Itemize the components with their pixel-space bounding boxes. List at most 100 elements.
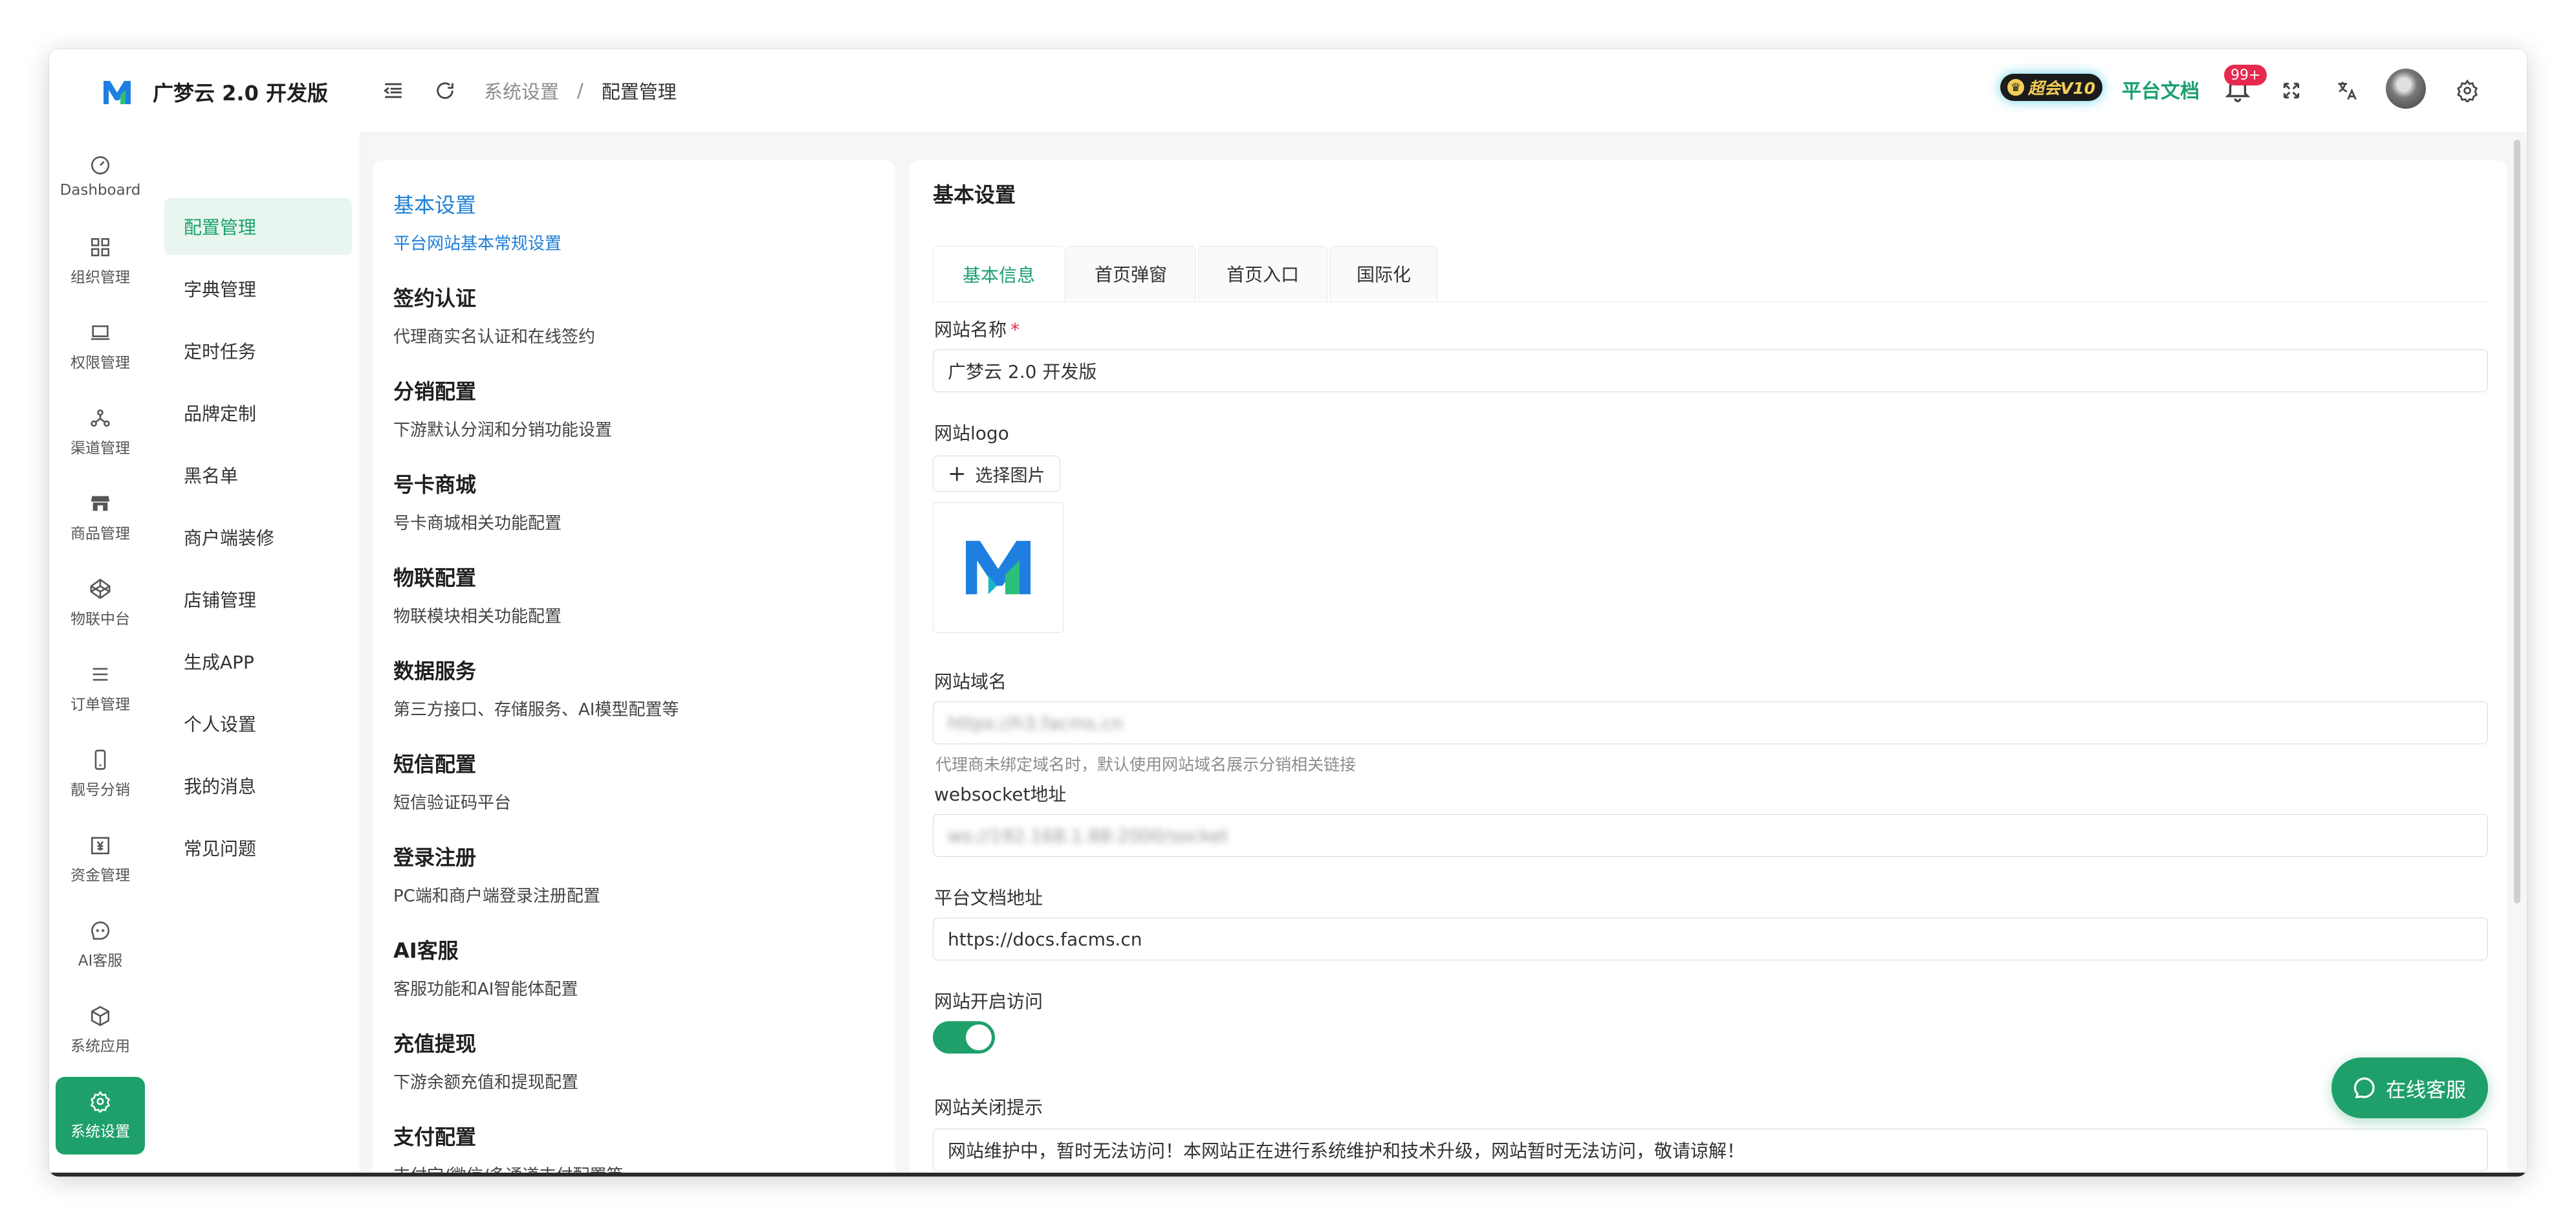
category-title: 短信配置 [393,752,477,777]
category-card-mall[interactable]: 号卡商城 号卡商城相关功能配置 [393,469,562,534]
choose-image-button[interactable]: + 选择图片 [933,456,1060,492]
category-desc: 代理商实名认证和在线签约 [393,327,596,347]
site-logo-preview[interactable] [933,502,1064,633]
nav-item-label: 资金管理 [71,867,130,884]
tab-i18n[interactable]: 国际化 [1330,246,1437,300]
docs-url-input[interactable]: https://docs.facms.cn [933,918,2488,960]
gear-icon[interactable] [2453,76,2482,105]
category-data-service[interactable]: 数据服务 第三方接口、存储服务、AI模型配置等 [393,655,679,720]
category-ai-service[interactable]: AI客服 客服功能和AI智能体配置 [393,934,578,1000]
subnav-item-profile[interactable]: 个人设置 [164,695,352,752]
site-name-label: 网站名称 * [934,316,1020,342]
tab-home-entry[interactable]: 首页入口 [1198,246,1327,300]
category-sms[interactable]: 短信配置 短信验证码平台 [393,748,511,813]
grid-icon [91,238,110,257]
subnav-item-dict[interactable]: 字典管理 [164,260,352,317]
subnav-item-brand[interactable]: 品牌定制 [164,384,352,441]
platform-docs-link[interactable]: 平台文档 [2122,75,2199,104]
open-access-switch[interactable] [933,1021,995,1054]
subnav-item-faq[interactable]: 常见问题 [164,819,352,876]
category-title: 基本设置 [393,193,477,217]
avatar[interactable] [2386,69,2426,109]
nav-item-dashboard[interactable]: Dashboard [56,137,145,215]
brand-logo-icon [104,81,131,104]
websocket-input[interactable]: ws://192.168.1.88:2000/socket [933,814,2488,857]
box-icon [91,1006,110,1026]
subnav-item-messages[interactable]: 我的消息 [164,757,352,814]
subnav-item-config[interactable]: 配置管理 [164,198,352,255]
open-access-label: 网站开启访问 [934,991,1043,1012]
switch-knob [966,1024,992,1050]
category-title: 充值提现 [393,1032,477,1056]
nav-item-label: 系统应用 [71,1038,130,1055]
plus-icon: + [948,461,966,487]
refresh-icon[interactable] [431,76,459,105]
nav-item-iot[interactable]: 物联中台 [56,564,145,642]
nav-item-channels[interactable]: 渠道管理 [56,393,145,471]
breadcrumb: 系统设置 / 配置管理 [484,78,677,104]
nav-item-funds[interactable]: 资金管理 [56,821,145,898]
category-payment[interactable]: 支付配置 支付宝/微信/多通道支付配置等 [393,1121,624,1177]
websocket-value: ws://192.168.1.88:2000/socket [948,824,1228,846]
nav-item-products[interactable]: 商品管理 [56,479,145,557]
category-basic[interactable]: 基本设置 平台网站基本常规设置 [393,189,562,254]
app-window: 广梦云 2.0 开发版 系统设置 / 配置管理 ♛ 超会V10 平台文档 99+ [49,49,2527,1177]
nav-item-ai-service[interactable]: AI客服 [56,906,145,984]
nav-item-label: AI客服 [78,953,123,969]
translate-icon[interactable] [2333,76,2361,105]
site-domain-input[interactable]: https://h3.facms.cn [933,702,2488,744]
category-iot[interactable]: 物联配置 物联模块相关功能配置 [393,562,562,627]
nav-item-orders[interactable]: 订单管理 [56,650,145,727]
nav-item-sys-settings[interactable]: 系统设置 [56,1077,145,1155]
subnav-item-gen-app[interactable]: 生成APP [164,633,352,690]
category-login[interactable]: 登录注册 PC端和商户端登录注册配置 [393,841,600,907]
site-logo-label: 网站logo [934,423,1009,444]
site-name-label-text: 网站名称 [934,319,1007,340]
websocket-label: websocket地址 [934,784,1067,805]
category-recharge[interactable]: 充值提现 下游余额充值和提现配置 [393,1028,578,1093]
category-signing[interactable]: 签约认证 代理商实名认证和在线签约 [393,282,595,348]
notification-count-badge: 99+ [2224,65,2267,85]
category-desc: 物联模块相关功能配置 [393,607,562,626]
fullscreen-icon[interactable] [2277,76,2306,105]
subnav-item-blacklist[interactable]: 黑名单 [164,447,352,503]
nav-item-org[interactable]: 组织管理 [56,223,145,300]
category-title: 分销配置 [393,379,477,404]
tab-basic-info[interactable]: 基本信息 [933,246,1065,302]
list-icon [93,668,108,681]
mobile-icon [94,749,106,770]
category-desc: 下游默认分润和分销功能设置 [393,421,613,440]
nav-item-label: 订单管理 [71,696,130,713]
category-desc: 号卡商城相关功能配置 [393,514,562,533]
site-name-input[interactable]: 广梦云 2.0 开发版 [933,349,2488,392]
brand[interactable]: 广梦云 2.0 开发版 [101,72,328,111]
breadcrumb-item-system[interactable]: 系统设置 [484,77,559,104]
category-desc: 短信验证码平台 [393,793,512,813]
nav-item-number-dist[interactable]: 靓号分销 [56,735,145,813]
settings-category-list: 基本设置 平台网站基本常规设置 签约认证 代理商实名认证和在线签约 分销配置 下… [373,160,895,1177]
subnav-item-merchant-decor[interactable]: 商户端装修 [164,509,352,566]
crown-icon: ♛ [2007,79,2024,96]
category-distribution[interactable]: 分销配置 下游默认分润和分销功能设置 [393,375,612,441]
vip-badge-label: 超会V10 [2027,79,2096,98]
category-desc: 第三方接口、存储服务、AI模型配置等 [393,700,679,720]
subnav-item-cron[interactable]: 定时任务 [164,322,352,379]
online-support-button[interactable]: 在线客服 [2331,1057,2488,1118]
nav-item-label: 系统设置 [71,1123,130,1140]
nav-item-permissions[interactable]: 权限管理 [56,308,145,386]
category-title: 物联配置 [393,566,477,590]
close-tip-input[interactable]: 网站维护中，暂时无法访问！本网站正在进行系统维护和技术升级，网站暂时无法访问，敬… [933,1129,2488,1171]
menu-fold-icon[interactable] [379,76,408,105]
gear-icon [90,1090,111,1112]
top-header: 广梦云 2.0 开发版 系统设置 / 配置管理 ♛ 超会V10 平台文档 99+ [49,49,2527,133]
vip-badge[interactable]: ♛ 超会V10 [2000,74,2102,101]
page-scrollbar[interactable] [2514,140,2520,903]
form-tabs: 基本信息 首页弹窗 首页入口 国际化 [933,246,2488,302]
site-domain-value: https://h3.facms.cn [948,712,1124,734]
chat-bubble-icon [2354,1077,2375,1099]
tab-home-popup[interactable]: 首页弹窗 [1066,246,1195,300]
category-title: 登录注册 [393,845,477,870]
nav-item-sys-apps[interactable]: 系统应用 [56,991,145,1069]
category-desc: 支付宝/微信/多通道支付配置等 [393,1166,624,1177]
subnav-item-shop[interactable]: 店铺管理 [164,571,352,628]
